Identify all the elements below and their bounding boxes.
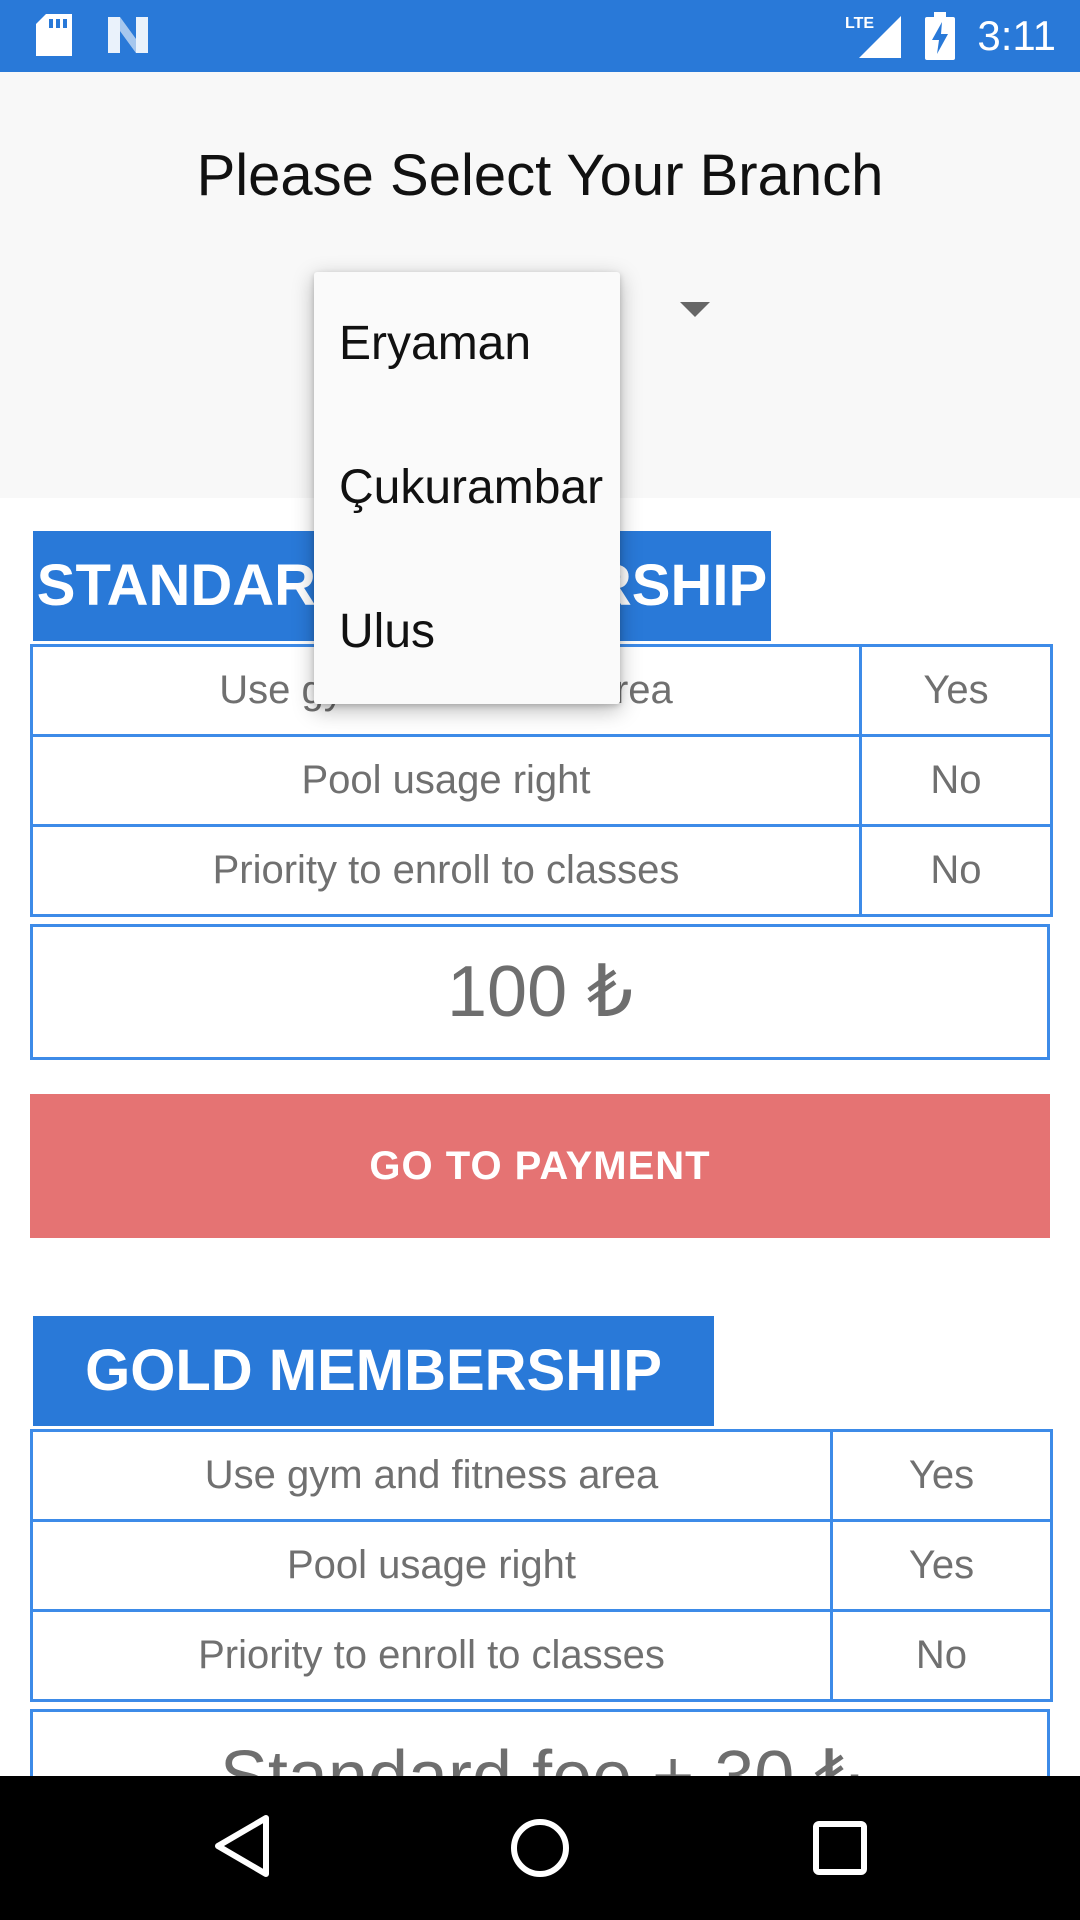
page-title: Please Select Your Branch xyxy=(196,143,884,208)
recents-icon[interactable] xyxy=(808,1812,872,1889)
table-row: Pool usage right Yes xyxy=(30,1519,1053,1612)
feature-label: Priority to enroll to classes xyxy=(30,1609,833,1702)
feature-value: No xyxy=(859,824,1053,917)
feature-label: Pool usage right xyxy=(30,734,862,827)
dropdown-arrow-icon[interactable] xyxy=(680,302,710,317)
gold-features-table: Use gym and fitness area Yes Pool usage … xyxy=(30,1429,1053,1702)
clock-time: 3:11 xyxy=(977,12,1056,59)
status-bar: LTE 3:11 xyxy=(0,0,1080,72)
branch-dropdown-menu: Eryaman Çukurambar Ulus xyxy=(314,272,620,704)
table-row: Priority to enroll to classes No xyxy=(30,1609,1053,1702)
lte-signal-icon: LTE xyxy=(845,12,903,60)
sd-card-icon xyxy=(36,14,72,56)
feature-value: Yes xyxy=(830,1429,1053,1522)
feature-value: No xyxy=(859,734,1053,827)
feature-label: Use gym and fitness area xyxy=(30,1429,833,1522)
table-row: Priority to enroll to classes No xyxy=(30,824,1053,917)
feature-label: Pool usage right xyxy=(30,1519,833,1612)
feature-label: Priority to enroll to classes xyxy=(30,824,862,917)
table-row: Pool usage right No xyxy=(30,734,1053,827)
home-icon[interactable] xyxy=(508,1812,572,1889)
feature-value: No xyxy=(830,1609,1053,1702)
gold-membership-title: GOLD MEMBERSHIP xyxy=(33,1316,714,1426)
branch-option-eryaman[interactable]: Eryaman xyxy=(314,272,620,416)
branch-option-ulus[interactable]: Ulus xyxy=(314,560,620,704)
branch-option-cukurambar[interactable]: Çukurambar xyxy=(314,416,620,560)
svg-text:LTE: LTE xyxy=(845,15,874,32)
battery-charging-icon xyxy=(925,12,956,60)
navigation-bar xyxy=(0,1776,1080,1920)
n-logo-icon xyxy=(106,15,150,55)
go-to-payment-button[interactable]: GO TO PAYMENT xyxy=(30,1094,1050,1238)
table-row: Use gym and fitness area Yes xyxy=(30,1429,1053,1522)
feature-value: Yes xyxy=(859,644,1053,737)
standard-price: 100 ₺ xyxy=(30,924,1050,1060)
back-icon[interactable] xyxy=(210,1812,274,1889)
feature-value: Yes xyxy=(830,1519,1053,1612)
